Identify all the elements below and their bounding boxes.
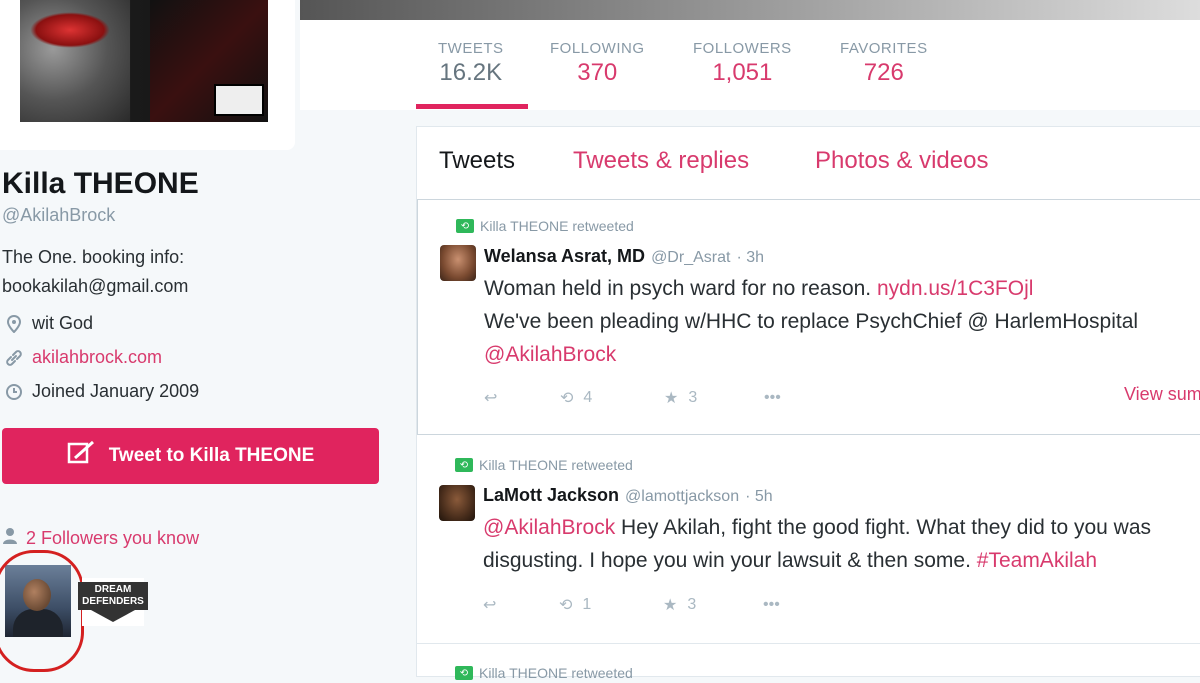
tweet-text: @AkilahBrock Hey Akilah, fight the good … [483,511,1151,577]
tweet-text-line1: Woman held in psych ward for no reason. [484,277,872,300]
followers-you-know-label[interactable]: 2 Followers you know [26,528,199,549]
retweet-badge-icon: ⟲ [455,666,473,680]
person-icon [2,527,18,550]
bio-line-1: The One. booking info: [2,247,185,267]
retweet-action[interactable]: ⟲ 1 [559,595,663,615]
reply-icon[interactable]: ↩ [483,595,559,615]
dream-defenders-logo: DREAM DEFENDERS [78,582,148,610]
stat-followers-label: FOLLOWERS [693,40,792,57]
location-pin-icon [2,314,26,333]
profile-location: wit God [2,313,93,334]
stat-tweets[interactable]: TWEETS 16.2K [438,40,504,87]
followers-you-know[interactable]: 2 Followers you know [2,527,199,550]
favorite-action[interactable]: ★ 3 [664,388,764,408]
profile-bio: The One. booking info: bookakilah@gmail.… [2,243,262,301]
stat-following-label: FOLLOWING [550,40,645,57]
tweet-mention[interactable]: @AkilahBrock [484,343,616,366]
tweet-to-label: Tweet to Killa THEONE [108,445,315,466]
tweet-time[interactable]: · 3h [736,249,764,267]
link-icon [2,349,26,367]
stat-favorites-label: FAVORITES [840,40,928,57]
follower-avatar-1[interactable] [5,565,71,637]
stat-followers[interactable]: FOLLOWERS 1,051 [693,40,792,87]
retweet-icon: ⟲ [559,597,573,614]
retweet-note: ⟲ Killa THEONE retweeted [455,457,633,473]
favorite-star-icon: ★ [664,390,679,407]
profile-handle[interactable]: @AkilahBrock [2,205,115,226]
follower-avatar-2[interactable]: DREAM DEFENDERS [78,578,148,626]
retweet-action[interactable]: ⟲ 4 [560,388,664,408]
profile-avatar-frame [0,0,295,150]
retweet-count: 4 [583,389,593,406]
profile-joined: Joined January 2009 [2,381,199,402]
retweet-note: ⟲ Killa THEONE retweeted [455,665,633,681]
favorite-star-icon: ★ [663,597,678,614]
tweet-header: LaMott Jackson @lamottjackson · 5h [483,485,773,506]
tweet-actions: ↩ ⟲ 4 ★ 3 ••• [484,388,781,408]
stat-followers-value: 1,051 [712,59,773,86]
stat-tweets-label: TWEETS [438,40,504,57]
retweet-note: ⟲ Killa THEONE retweeted [456,218,634,234]
profile-avatar[interactable] [20,0,268,122]
reply-icon[interactable]: ↩ [484,388,560,408]
favorite-count: 3 [688,389,698,406]
view-summary-link[interactable]: View summary [1124,384,1200,405]
retweet-note-text: Killa THEONE retweeted [479,665,633,681]
retweet-note-text: Killa THEONE retweeted [479,457,633,473]
compose-tweet-icon [67,440,97,473]
tweet-item[interactable]: ⟲ Killa THEONE retweeted Welansa Asrat, … [417,199,1200,435]
stat-favorites-value: 726 [863,59,904,86]
tweet-text-line2: We've been pleading w/HHC to replace Psy… [484,310,1139,333]
tweet-link[interactable]: nydn.us/1C3FOjl [877,277,1033,300]
retweet-badge-icon: ⟲ [455,458,473,472]
joined-text: Joined January 2009 [32,381,200,401]
tweet-hashtag[interactable]: #TeamAkilah [977,549,1097,572]
tweet-author-avatar[interactable] [439,485,475,521]
profile-website[interactable]: akilahbrock.com [2,347,162,368]
timeline: Tweets Tweets & replies Photos & videos … [416,126,1200,681]
tweet-actions: ↩ ⟲ 1 ★ 3 ••• [483,595,780,615]
stat-following-value: 370 [577,59,618,86]
active-stat-indicator [416,104,528,109]
favorite-action[interactable]: ★ 3 [663,595,763,615]
location-text: wit God [32,313,94,333]
tweet-text-line1: Hey Akilah, fight the good fight. What t… [621,516,1152,539]
tab-tweets-replies[interactable]: Tweets & replies [573,147,749,175]
tweet-author-name[interactable]: LaMott Jackson [483,485,619,506]
tweet-author-handle[interactable]: @Dr_Asrat [651,249,730,267]
tweet-text: Woman held in psych ward for no reason. … [484,272,1138,371]
website-link[interactable]: akilahbrock.com [32,347,162,368]
tweet-time[interactable]: · 5h [745,488,773,506]
more-options-icon[interactable]: ••• [763,596,780,614]
tweet-to-button[interactable]: Tweet to Killa THEONE [2,428,379,484]
profile-stats-bar: TWEETS 16.2K FOLLOWING 370 FOLLOWERS 1,0… [300,20,1200,110]
retweet-count: 1 [582,596,592,613]
tweet-author-name[interactable]: Welansa Asrat, MD [484,246,645,267]
stat-tweets-value: 16.2K [439,59,503,86]
favorite-count: 3 [687,596,697,613]
calendar-clock-icon [2,383,26,401]
stat-following[interactable]: FOLLOWING 370 [550,40,645,87]
retweet-icon: ⟲ [560,390,574,407]
tab-photos-videos[interactable]: Photos & videos [815,147,988,175]
tweet-text-line2: disgusting. I hope you win your lawsuit … [483,549,971,572]
tweet-header: Welansa Asrat, MD @Dr_Asrat · 3h [484,246,764,267]
tweet-item[interactable]: ⟲ Killa THEONE retweeted [417,643,1200,683]
tweet-item[interactable]: ⟲ Killa THEONE retweeted LaMott Jackson … [417,435,1200,644]
tweet-author-avatar[interactable] [440,245,476,281]
timeline-tabs: Tweets Tweets & replies Photos & videos [417,127,1200,200]
profile-name: Killa THEONE [2,167,199,200]
tweet-mention[interactable]: @AkilahBrock [483,516,615,539]
more-options-icon[interactable]: ••• [764,389,781,407]
tweet-author-handle[interactable]: @lamottjackson [625,488,739,506]
retweet-note-text: Killa THEONE retweeted [480,218,634,234]
tab-tweets[interactable]: Tweets [439,147,515,175]
stat-favorites[interactable]: FAVORITES 726 [840,40,928,87]
bio-line-2: bookakilah@gmail.com [2,276,189,296]
profile-banner [300,0,1200,20]
retweet-badge-icon: ⟲ [456,219,474,233]
